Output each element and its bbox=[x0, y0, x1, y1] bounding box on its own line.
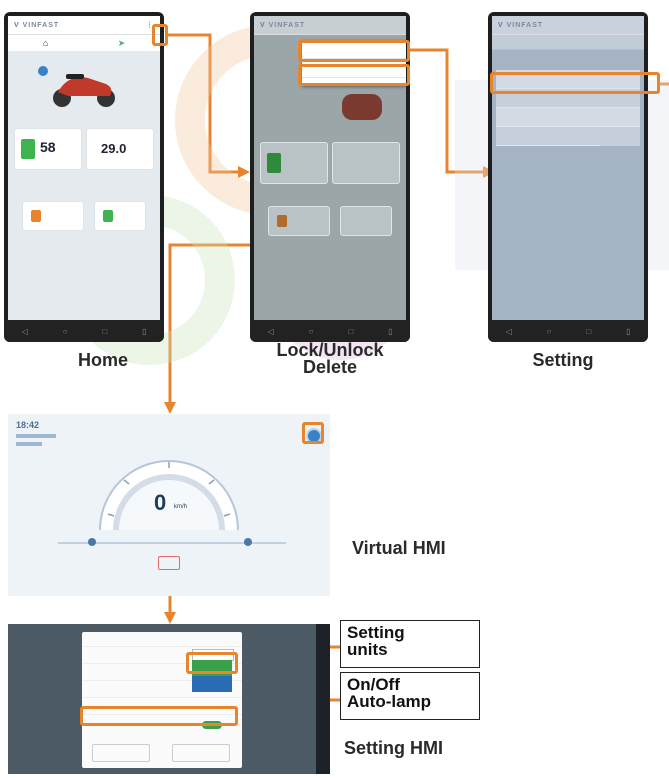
setting-recents-icon[interactable]: □ bbox=[586, 327, 591, 336]
hmi-speed-unit: km/h bbox=[174, 504, 188, 510]
scooter-image bbox=[48, 64, 120, 108]
units-dropdown-blue[interactable] bbox=[192, 676, 232, 692]
nav-extra-icon[interactable]: ▯ bbox=[142, 327, 146, 336]
hmi-date-text bbox=[16, 434, 56, 438]
caption-setting: Setting bbox=[532, 350, 594, 370]
setting-brand-text: VINFAST bbox=[506, 21, 544, 29]
lock-button[interactable] bbox=[22, 201, 84, 231]
setting-hmi-screenshot bbox=[8, 624, 330, 774]
dialog-cancel-button[interactable] bbox=[92, 744, 150, 762]
speedometer-gauge bbox=[99, 460, 239, 531]
lock-odometer-card bbox=[332, 142, 400, 184]
setting-item-4[interactable] bbox=[496, 127, 600, 146]
recents-icon[interactable]: □ bbox=[102, 327, 107, 336]
autolamp-row-highlight bbox=[80, 706, 238, 726]
hmi-mode-right bbox=[244, 538, 252, 546]
setting-title-bar bbox=[492, 35, 644, 50]
setting-extra-icon[interactable]: ▯ bbox=[626, 327, 630, 336]
setting-app-bar: V VINFAST bbox=[492, 16, 644, 35]
home-tab-bar: ⌂ ➤ bbox=[8, 35, 160, 51]
lock-home-icon[interactable]: ○ bbox=[309, 327, 314, 336]
setting-back-icon[interactable]: ◁ bbox=[505, 327, 511, 336]
hmi-gear-highlight bbox=[302, 422, 324, 444]
lock-battery-icon bbox=[267, 153, 281, 173]
home-menu-highlight bbox=[152, 24, 168, 46]
home-brand-text: VINFAST bbox=[22, 21, 60, 29]
lock-lock-button[interactable] bbox=[268, 206, 330, 236]
caption-virtual-hmi: Virtual HMI bbox=[352, 538, 446, 558]
hmi-time: 18:42 bbox=[16, 420, 40, 430]
lock-brand-text: VINFAST bbox=[268, 21, 306, 29]
battery-card: 58 bbox=[14, 128, 82, 170]
callout-auto-lamp: On/Off Auto-lamp bbox=[340, 672, 480, 720]
delete-item-highlight bbox=[298, 64, 410, 86]
settings-badge-icon[interactable] bbox=[38, 66, 48, 76]
dialog-ok-button[interactable] bbox=[172, 744, 230, 762]
setting-vinfast-logo: V bbox=[498, 21, 507, 29]
dialog-title bbox=[82, 632, 242, 647]
home-nav-bar: ◁ ○ □ ▯ bbox=[4, 320, 164, 342]
home-phone-screenshot: V VINFAST ⋮ ⌂ ➤ 58 29.0 ◁ ○ □ ▯ bbox=[4, 12, 164, 342]
hmi-mode-left bbox=[88, 538, 96, 546]
units-select-highlight bbox=[186, 652, 238, 674]
nav-home-icon[interactable]: ○ bbox=[63, 327, 68, 336]
home-tab-icon[interactable]: ⌂ bbox=[43, 38, 48, 48]
settings-item-highlight bbox=[298, 40, 410, 62]
lock-back-icon[interactable]: ◁ bbox=[267, 327, 273, 336]
find-button[interactable] bbox=[94, 201, 146, 231]
battery-icon bbox=[21, 139, 35, 159]
callout-autolamp-line1: On/Off bbox=[347, 675, 400, 694]
setting-home-icon[interactable]: ○ bbox=[547, 327, 552, 336]
lock-app-bar: V VINFAST bbox=[254, 16, 406, 35]
location-tab-icon[interactable]: ➤ bbox=[118, 38, 126, 49]
caption-home: Home bbox=[77, 350, 128, 370]
lock-nav-bar: ◁ ○ □ ▯ bbox=[250, 320, 410, 342]
hmi-day-text bbox=[16, 442, 42, 446]
callout-setting-units: Setting units bbox=[340, 620, 480, 668]
virtual-hmi-screenshot: 18:42 0 km/h bbox=[8, 414, 330, 596]
lock-scooter-image bbox=[342, 94, 382, 120]
callout-autolamp-line2: Auto-lamp bbox=[347, 692, 432, 711]
lock-lock-icon bbox=[277, 215, 287, 227]
lock-battery-card bbox=[260, 142, 328, 184]
vinfast-logo: V bbox=[14, 21, 23, 29]
lock-vinfast-logo: V bbox=[260, 21, 269, 29]
shield-icon bbox=[103, 210, 113, 222]
back-icon[interactable]: ◁ bbox=[21, 327, 27, 336]
callout-units-line2: units bbox=[347, 640, 388, 659]
lock-extra-icon[interactable]: ▯ bbox=[388, 327, 392, 336]
setting-hmi-right-rail bbox=[316, 624, 330, 774]
caption-setting-hmi: Setting HMI bbox=[344, 738, 443, 758]
odometer-value: 29.0 bbox=[101, 141, 127, 156]
callout-units-line1: Setting bbox=[347, 623, 405, 642]
home-app-bar: V VINFAST ⋮ bbox=[8, 16, 160, 35]
lock-find-button[interactable] bbox=[340, 206, 392, 236]
caption-delete: Delete bbox=[302, 357, 358, 377]
odometer-card: 29.0 bbox=[86, 128, 154, 170]
lock-recents-icon[interactable]: □ bbox=[348, 327, 353, 336]
setting-first-item-highlight bbox=[490, 72, 660, 94]
setting-nav-bar: ◁ ○ □ ▯ bbox=[488, 320, 648, 342]
hmi-battery-indicator bbox=[158, 556, 180, 570]
lock-icon bbox=[31, 210, 41, 222]
battery-value: 58 bbox=[40, 139, 56, 155]
setting-phone-screenshot: V VINFAST ◁ ○ □ ▯ bbox=[488, 12, 648, 342]
hmi-speed-value: 0 bbox=[154, 490, 167, 515]
setting-item-3[interactable] bbox=[496, 108, 640, 127]
